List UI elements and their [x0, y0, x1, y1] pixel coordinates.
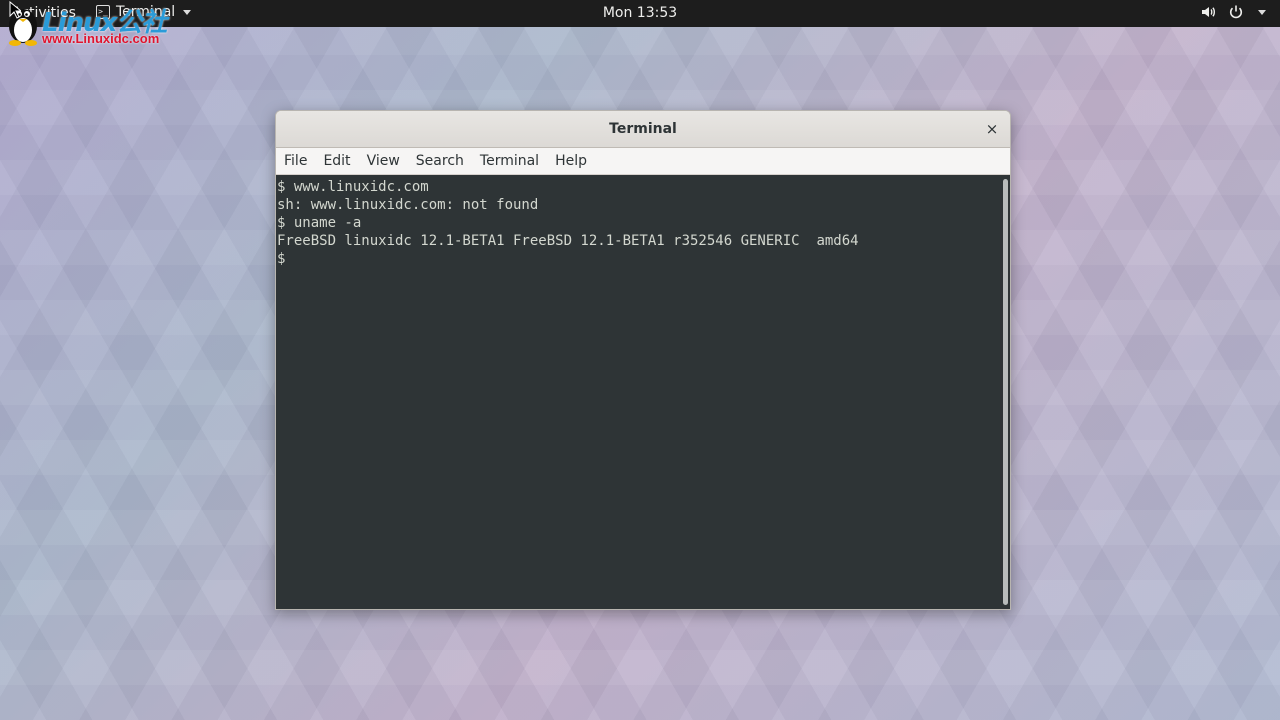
terminal-window[interactable]: Terminal × File Edit View Search Termina…: [275, 110, 1011, 610]
volume-icon[interactable]: [1200, 4, 1216, 20]
menu-bar: File Edit View Search Terminal Help: [276, 148, 1010, 175]
terminal-line: $ uname -a: [277, 215, 362, 231]
status-area[interactable]: [1200, 4, 1266, 20]
close-icon: ×: [985, 120, 999, 138]
watermark-url: www.Linuxidc.com: [42, 31, 160, 46]
menu-terminal[interactable]: Terminal: [472, 153, 547, 169]
menu-edit[interactable]: Edit: [315, 153, 358, 169]
window-title: Terminal: [609, 121, 677, 137]
menu-search[interactable]: Search: [408, 153, 472, 169]
window-titlebar[interactable]: Terminal ×: [276, 111, 1010, 148]
chevron-down-icon[interactable]: [1258, 9, 1266, 15]
terminal-line: sh: www.linuxidc.com: not found: [277, 197, 539, 213]
terminal-line: FreeBSD linuxidc 12.1-BETA1 FreeBSD 12.1…: [277, 233, 859, 249]
menu-view[interactable]: View: [359, 153, 408, 169]
mouse-pointer-icon: [9, 1, 21, 19]
terminal-output[interactable]: $ www.linuxidc.com sh: www.linuxidc.com:…: [276, 175, 1000, 609]
scrollbar-thumb[interactable]: [1003, 179, 1008, 605]
watermark-logo: Linux公社 www.Linuxidc.com: [4, 0, 194, 50]
terminal-line: $ www.linuxidc.com: [277, 179, 429, 195]
menu-file[interactable]: File: [276, 153, 315, 169]
menu-help[interactable]: Help: [547, 153, 595, 169]
power-icon[interactable]: [1228, 4, 1244, 20]
clock[interactable]: Mon 13:53: [603, 5, 677, 21]
scrollbar[interactable]: [1000, 175, 1010, 609]
close-button[interactable]: ×: [982, 119, 1002, 139]
terminal-prompt-line: $: [277, 251, 286, 267]
